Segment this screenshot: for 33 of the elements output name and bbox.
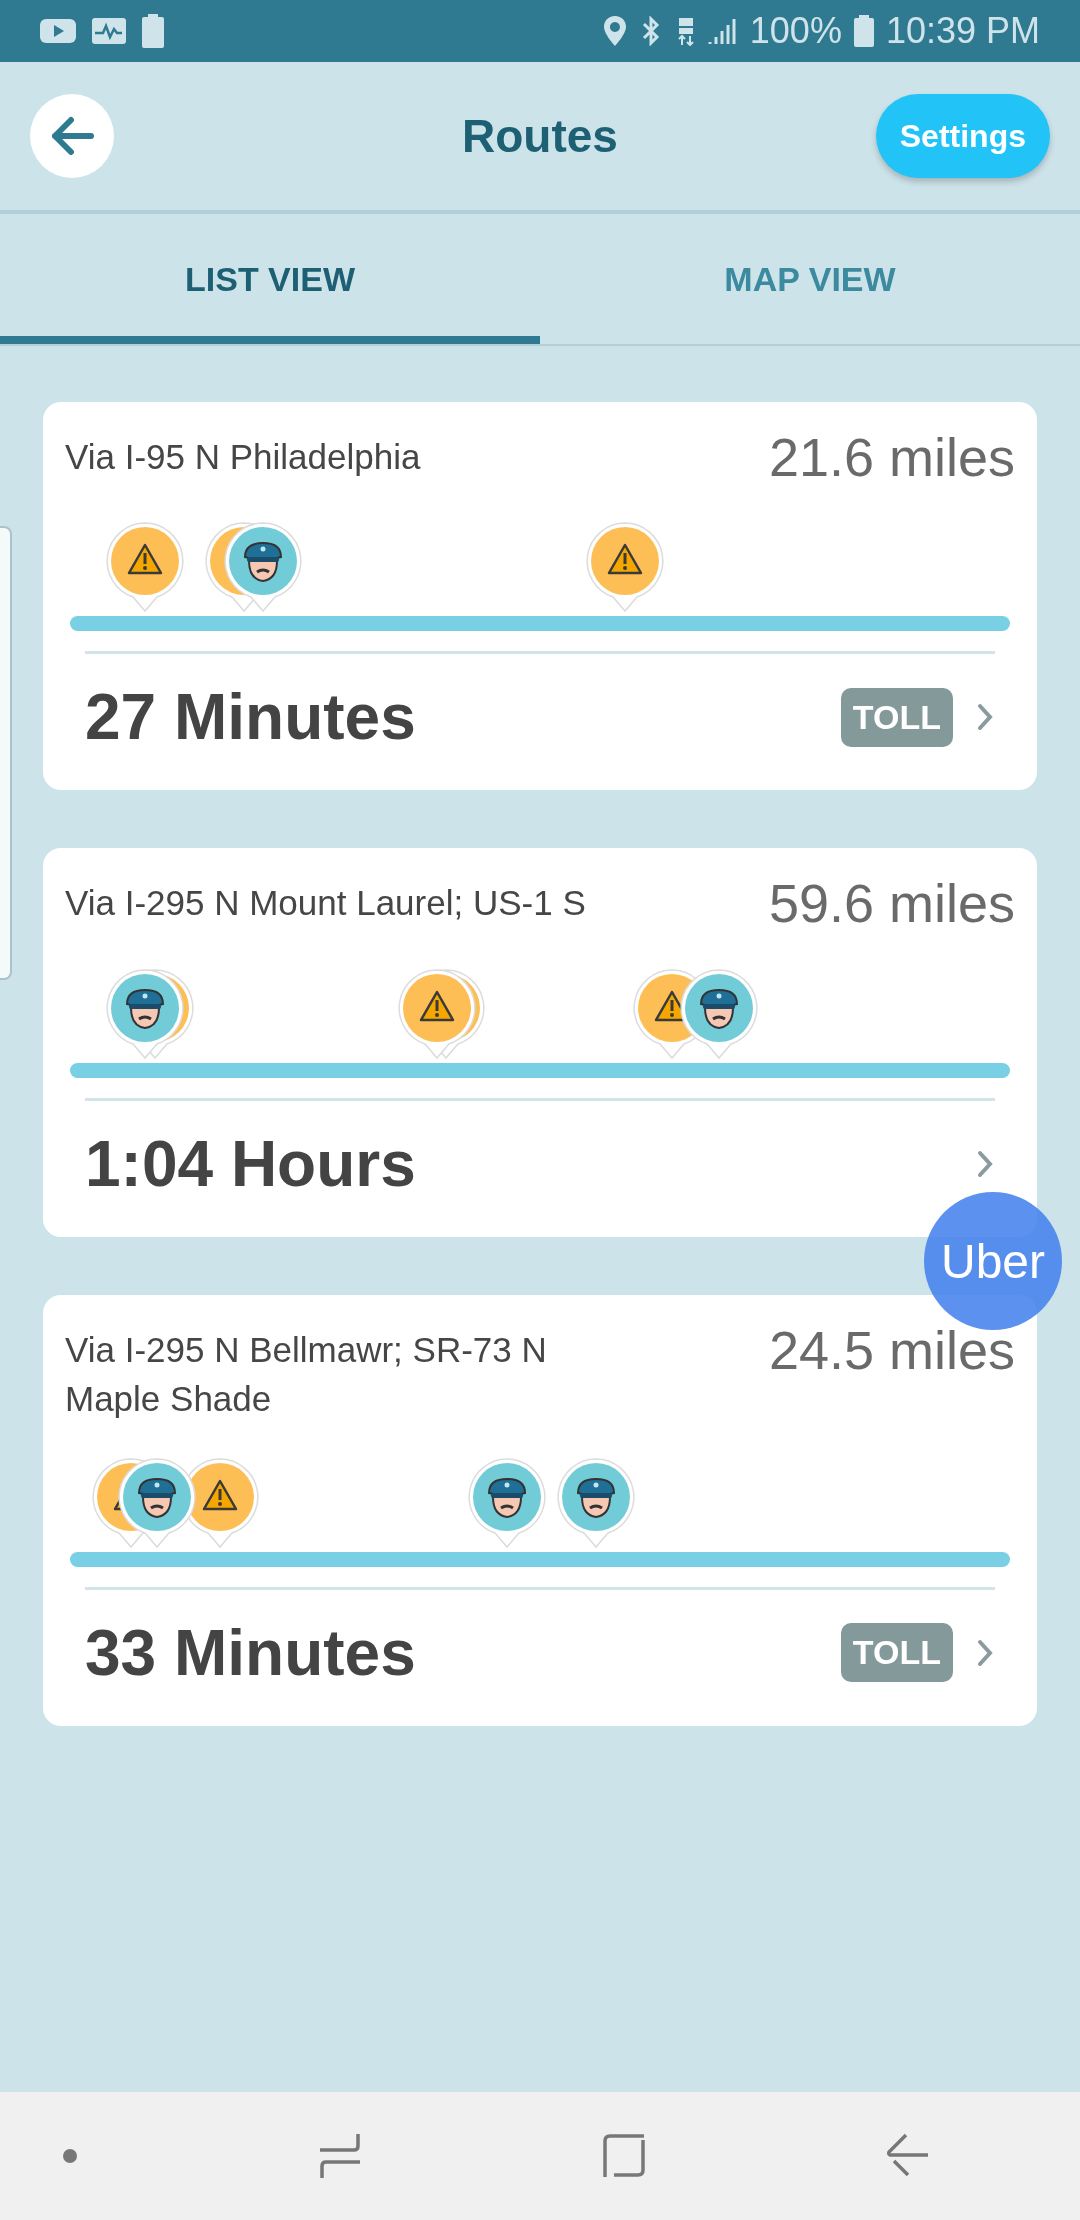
route-name: Via I-95 N Philadelphia (65, 436, 421, 478)
side-handle[interactable] (0, 526, 12, 980)
pulse-icon (92, 17, 126, 45)
view-tab[interactable]: LIST VIEW (0, 214, 540, 344)
route-card[interactable]: Via I-295 N Mount Laurel; US-1 S 59.6 miles 1:04 Hours (43, 848, 1037, 1237)
route-card[interactable]: Via I-95 N Philadelphia 21.6 miles 27 Minutes TOLL (43, 402, 1037, 791)
dot-icon[interactable] (62, 2148, 78, 2164)
battery-icon (853, 15, 874, 47)
route-name: Via I-295 N Mount Laurel; US-1 S (65, 882, 586, 925)
route-card[interactable]: Via I-295 N Bellmawr; SR-73 N Maple Shade 24.5 miles 33 Minutes TOLL (43, 1294, 1037, 1726)
toll-badge: TOLL (840, 687, 953, 747)
battery-full-icon (142, 14, 164, 48)
signal-icon (707, 16, 738, 46)
route-name: Via I-295 N Bellmawr; SR-73 N Maple Shade (65, 1328, 548, 1420)
arrow-left-icon (49, 116, 95, 156)
recent-apps-icon[interactable] (318, 2132, 362, 2180)
battery-percentage: 100% (749, 10, 842, 52)
route-distance: 59.6 miles (768, 874, 1015, 934)
route-duration: 33 Minutes (85, 1615, 416, 1690)
location-icon (603, 16, 626, 46)
video-icon (40, 17, 76, 45)
chevron-right-icon (977, 1638, 993, 1667)
clock-time: 10:39 PM (885, 10, 1040, 52)
route-distance: 21.6 miles (768, 428, 1015, 488)
route-duration: 1:04 Hours (85, 1126, 416, 1201)
chevron-right-icon (977, 703, 993, 732)
toll-badge: TOLL (840, 1623, 953, 1683)
view-tab[interactable]: MAP VIEW (540, 214, 1080, 344)
route-duration: 27 Minutes (85, 680, 416, 755)
chevron-right-icon (977, 1149, 993, 1178)
home-icon[interactable] (602, 2133, 646, 2179)
page-title: Routes (462, 109, 618, 163)
back-icon[interactable] (886, 2133, 930, 2179)
